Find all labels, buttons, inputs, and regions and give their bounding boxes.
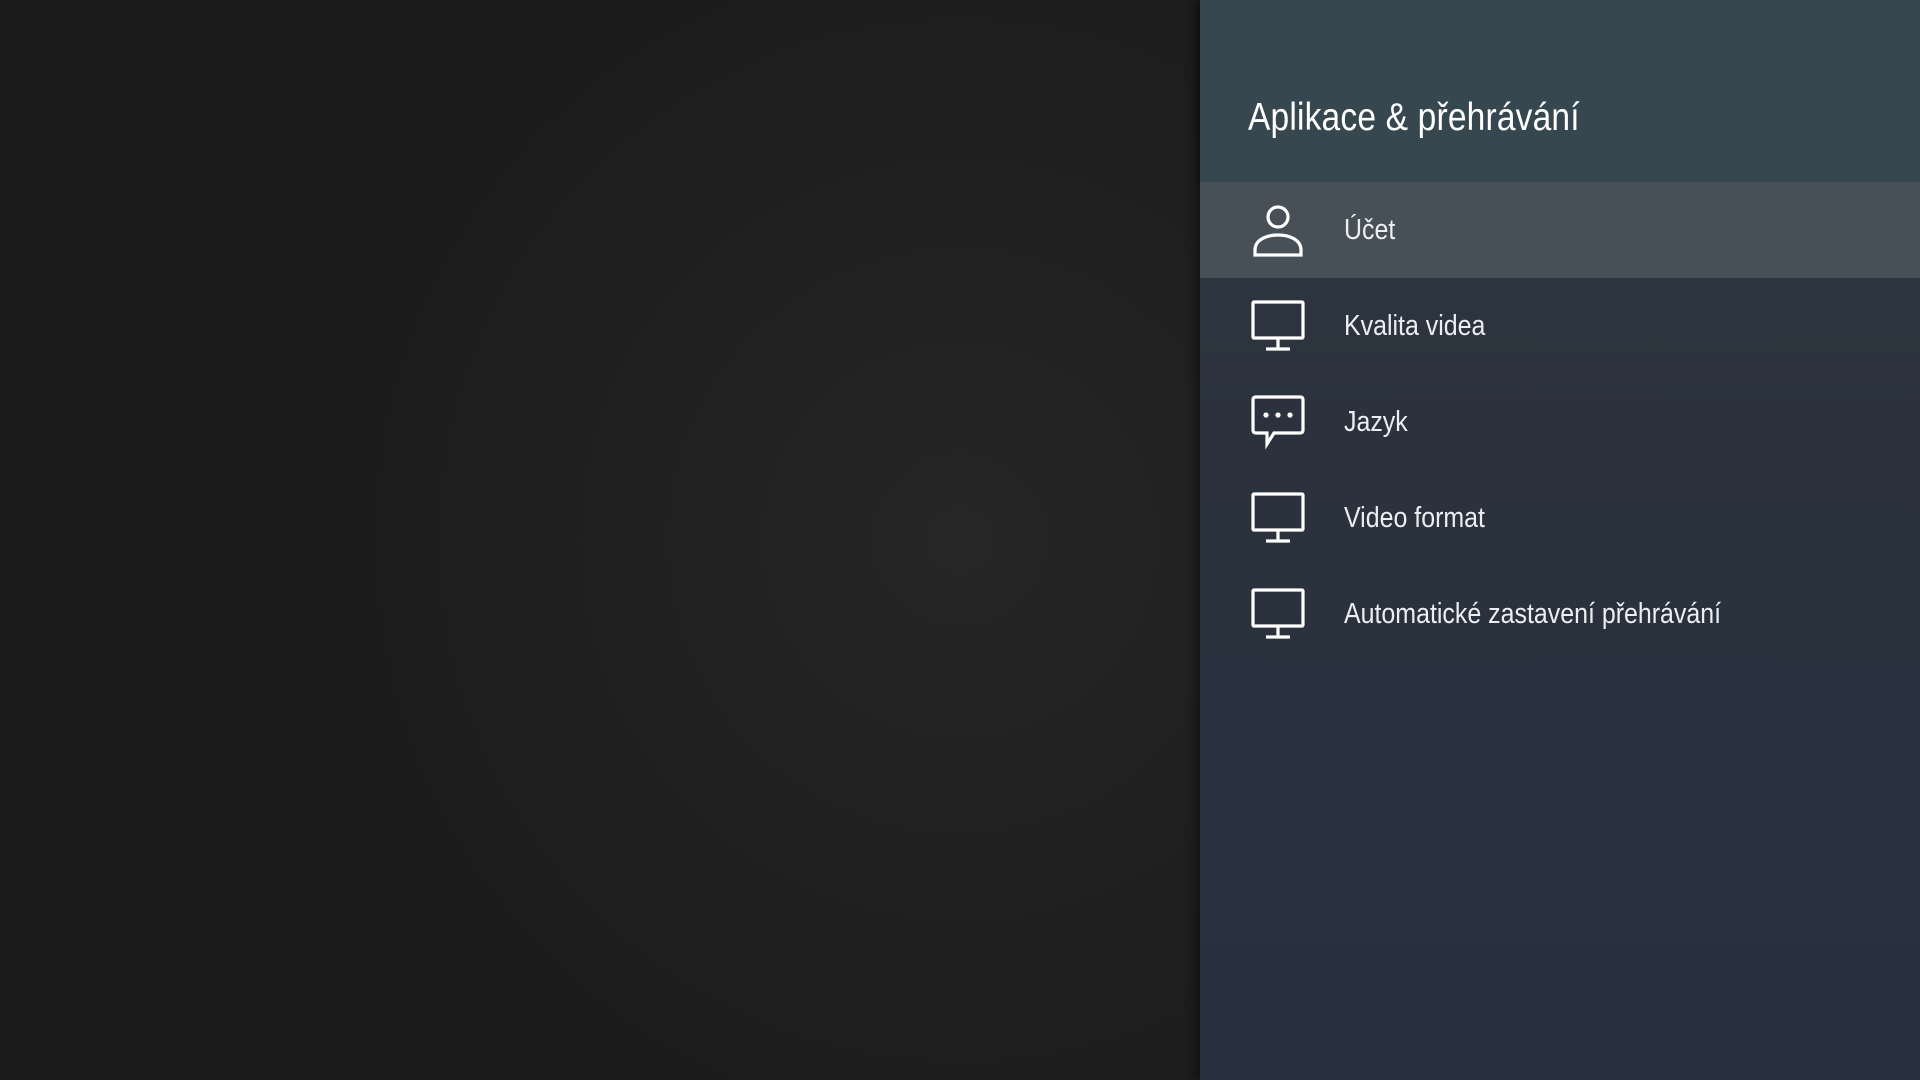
- menu-item-video-format[interactable]: Video format: [1200, 470, 1920, 566]
- panel-header: Aplikace & přehrávání: [1200, 0, 1920, 182]
- menu-item-label: Automatické zastavení přehrávání: [1344, 597, 1722, 630]
- menu-item-video-quality[interactable]: Kvalita videa: [1200, 278, 1920, 374]
- monitor-icon: [1250, 586, 1306, 642]
- menu-item-label: Kvalita videa: [1344, 309, 1486, 342]
- menu-item-label: Jazyk: [1344, 405, 1408, 438]
- menu-item-account[interactable]: Účet: [1200, 182, 1920, 278]
- settings-side-panel: Aplikace & přehrávání Účet Kvalita videa: [1200, 0, 1920, 1080]
- account-icon: [1250, 202, 1306, 258]
- monitor-icon: [1250, 490, 1306, 546]
- menu-item-autostop-playback[interactable]: Automatické zastavení přehrávání: [1200, 566, 1920, 662]
- menu-item-label: Účet: [1344, 213, 1396, 246]
- chat-bubble-icon: [1250, 394, 1306, 450]
- settings-menu: Účet Kvalita videa Jazyk Video format Au…: [1200, 182, 1920, 662]
- menu-item-label: Video format: [1344, 501, 1485, 534]
- menu-item-language[interactable]: Jazyk: [1200, 374, 1920, 470]
- background-backdrop: [0, 0, 1200, 1080]
- monitor-icon: [1250, 298, 1306, 354]
- panel-title: Aplikace & přehrávání: [1248, 96, 1580, 139]
